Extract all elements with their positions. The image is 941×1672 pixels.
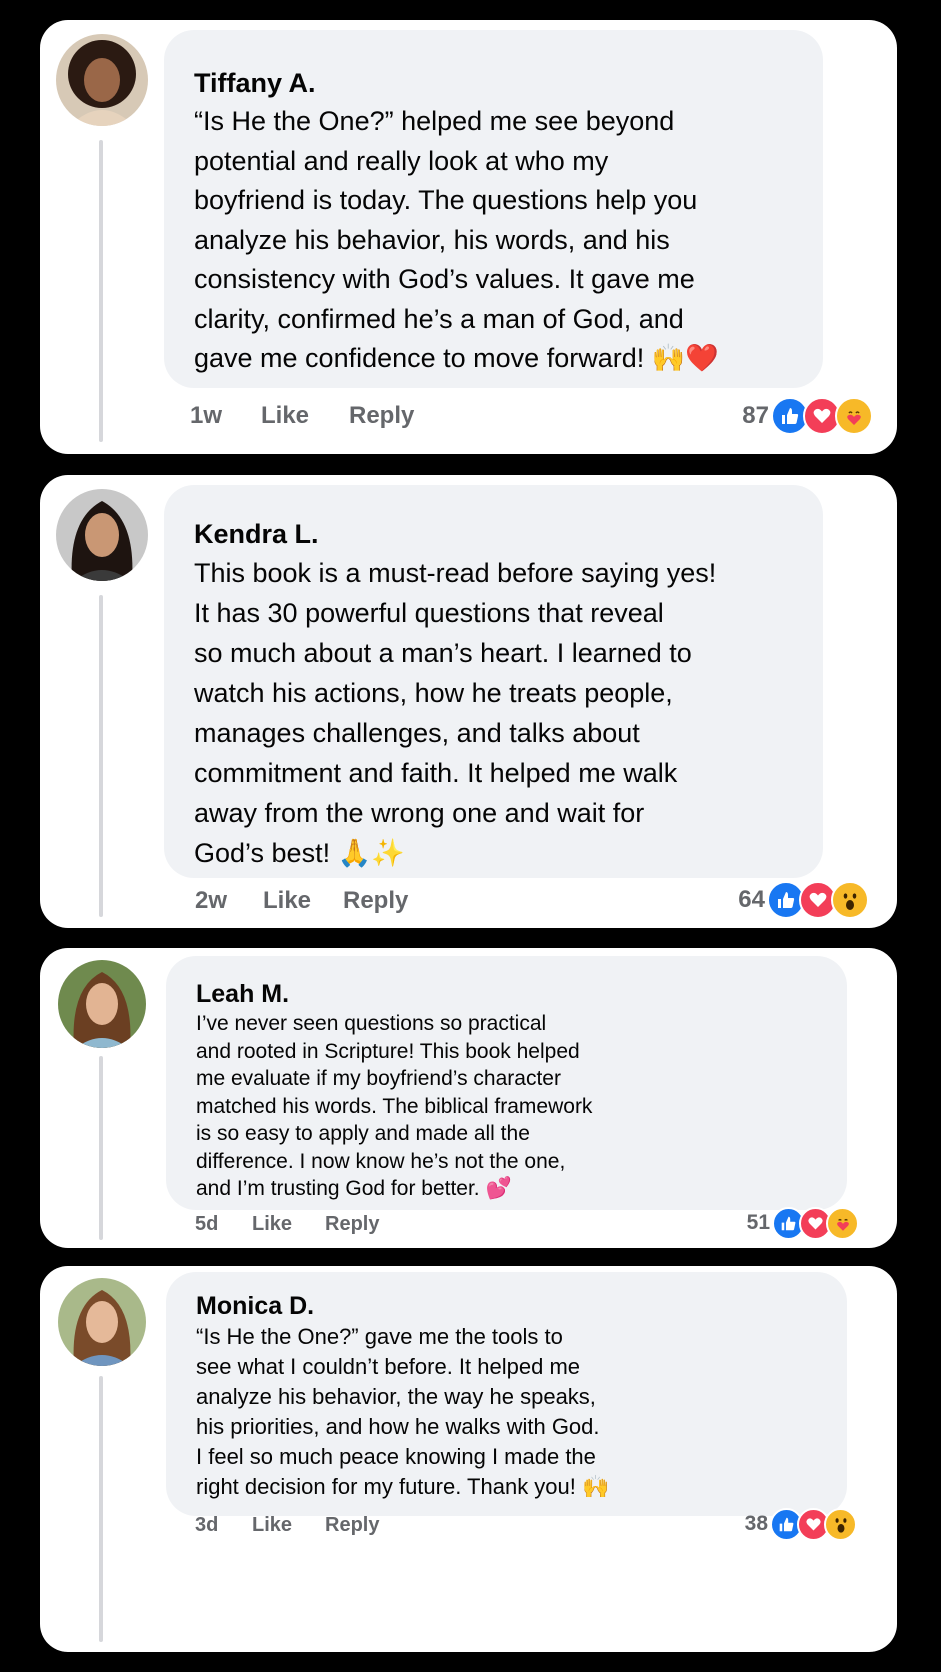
like-button[interactable]: Like (252, 1213, 292, 1236)
reaction-summary[interactable]: 87 (742, 397, 873, 435)
timestamp[interactable]: 5d (195, 1213, 218, 1236)
care-icon (826, 1206, 859, 1240)
reaction-summary[interactable]: 64 (738, 881, 869, 919)
reaction-summary[interactable]: 38 (744, 1507, 857, 1541)
comment-card: Tiffany A. “Is He the One?” helped me se… (40, 20, 897, 454)
commenter-name[interactable]: Leah M. (196, 978, 847, 1010)
timestamp[interactable]: 2w (195, 887, 227, 915)
thread-line (99, 595, 103, 917)
reaction-count: 87 (742, 402, 769, 429)
comment-card: Kendra L. This book is a must-read befor… (40, 475, 897, 928)
reaction-count: 38 (744, 1512, 768, 1535)
comment-text: “Is He the One?” gave me the tools to se… (196, 1324, 610, 1499)
comment-text: “Is He the One?” helped me see beyond po… (194, 106, 719, 373)
reply-button[interactable]: Reply (325, 1213, 379, 1236)
avatar[interactable] (58, 960, 146, 1048)
reaction-count: 64 (738, 886, 765, 913)
care-icon (835, 397, 873, 435)
comment-card: Monica D. “Is He the One?” gave me the t… (40, 1266, 897, 1652)
like-button[interactable]: Like (261, 402, 309, 430)
avatar[interactable] (56, 489, 148, 581)
reaction-count: 51 (746, 1211, 770, 1234)
thread-line (99, 1376, 103, 1642)
comment-bubble: Tiffany A. “Is He the One?” helped me se… (164, 30, 823, 388)
comment-bubble: Leah M. I’ve never seen questions so pra… (166, 956, 847, 1210)
timestamp[interactable]: 1w (190, 402, 222, 430)
reaction-summary[interactable]: 51 (746, 1206, 859, 1240)
reply-button[interactable]: Reply (343, 887, 408, 915)
wow-icon (831, 881, 869, 919)
like-button[interactable]: Like (252, 1514, 292, 1537)
comment-bubble: Kendra L. This book is a must-read befor… (164, 485, 823, 878)
reply-button[interactable]: Reply (325, 1514, 379, 1537)
timestamp[interactable]: 3d (195, 1514, 218, 1537)
commenter-name[interactable]: Tiffany A. (194, 64, 823, 102)
wow-icon (824, 1507, 857, 1541)
comment-bubble: Monica D. “Is He the One?” gave me the t… (166, 1272, 847, 1516)
reply-button[interactable]: Reply (349, 402, 414, 430)
comment-text: This book is a must-read before saying y… (194, 558, 717, 868)
commenter-name[interactable]: Monica D. (196, 1290, 847, 1322)
thread-line (99, 1056, 103, 1240)
avatar[interactable] (56, 34, 148, 126)
thread-line (99, 140, 103, 442)
like-button[interactable]: Like (263, 887, 311, 915)
commenter-name[interactable]: Kendra L. (194, 515, 823, 553)
comment-card: Leah M. I’ve never seen questions so pra… (40, 948, 897, 1248)
comment-text: I’ve never seen questions so practical a… (196, 1012, 593, 1200)
avatar[interactable] (58, 1278, 146, 1366)
